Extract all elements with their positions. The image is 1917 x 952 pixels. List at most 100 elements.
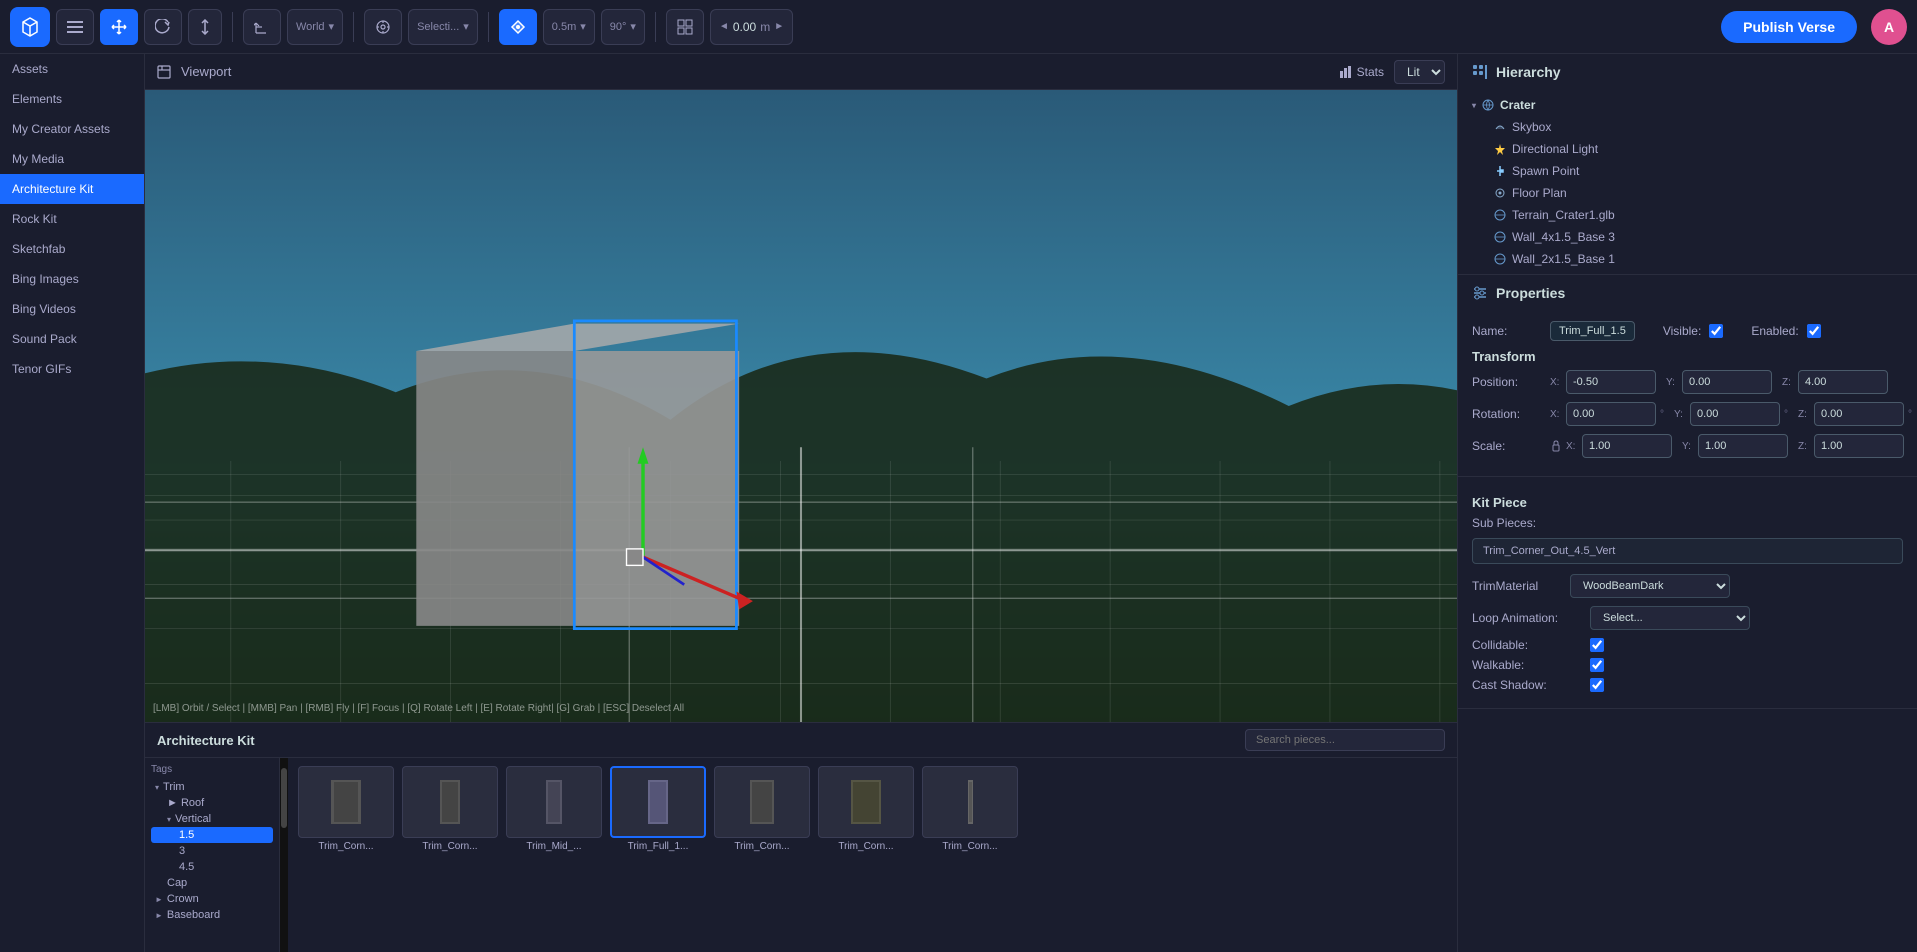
height-tool-button[interactable] xyxy=(188,9,222,45)
target-button[interactable] xyxy=(364,9,402,45)
offset-decrease[interactable]: ◄ xyxy=(719,21,729,32)
thumb-item-3[interactable]: Trim_Full_1... xyxy=(608,766,708,852)
world-chevron: ▾ xyxy=(329,20,335,33)
baseboard-arrow: ► xyxy=(155,911,163,920)
sidebar-item-elements[interactable]: Elements xyxy=(0,84,144,114)
tag-cap[interactable]: Cap xyxy=(151,875,273,891)
scale-y-input[interactable] xyxy=(1698,434,1788,458)
scale-z-input[interactable] xyxy=(1814,434,1904,458)
enabled-checkbox[interactable] xyxy=(1807,324,1821,338)
menu-button[interactable] xyxy=(56,9,94,45)
thumb-item-4[interactable]: Trim_Corn... xyxy=(712,766,812,852)
tag-1-5[interactable]: 1.5 xyxy=(151,827,273,843)
thumb-item-6[interactable]: Trim_Corn... xyxy=(920,766,1020,852)
stats-label: Stats xyxy=(1357,65,1384,79)
hier-wall-2[interactable]: Wall_2x1.5_Base 1 xyxy=(1458,248,1917,270)
hier-skybox[interactable]: Skybox xyxy=(1458,116,1917,138)
hier-spawn-point[interactable]: Spawn Point xyxy=(1458,160,1917,182)
lock-icon xyxy=(1550,440,1562,452)
lit-select[interactable]: Lit xyxy=(1394,60,1445,84)
tag-vertical[interactable]: ▾ Vertical xyxy=(151,811,273,827)
thumb-item-5[interactable]: Trim_Corn... xyxy=(816,766,916,852)
sidebar-item-my-media[interactable]: My Media xyxy=(0,144,144,174)
tags-scrollbar[interactable] xyxy=(280,758,288,952)
sidebar-item-arch-kit[interactable]: Architecture Kit xyxy=(0,174,144,204)
light-icon xyxy=(1494,143,1506,155)
thumb-img-2 xyxy=(506,766,602,838)
crown-arrow: ► xyxy=(155,895,163,904)
visible-label: Visible: xyxy=(1663,324,1701,338)
hier-floor-plan[interactable]: Floor Plan xyxy=(1458,182,1917,204)
pos-y-label: Y: xyxy=(1666,377,1678,388)
left-panel: Assets Elements My Creator Assets My Med… xyxy=(0,54,145,952)
rot-z-label: Z: xyxy=(1798,409,1810,420)
axis-button[interactable] xyxy=(243,9,281,45)
position-row: Position: X: Y: Z: xyxy=(1472,370,1903,394)
tag-roof[interactable]: ► Roof xyxy=(151,795,273,811)
main-area: Assets Elements My Creator Assets My Med… xyxy=(0,54,1917,952)
sub-pieces-value: Trim_Corner_Out_4.5_Vert xyxy=(1472,538,1903,564)
stats-button[interactable]: Stats xyxy=(1339,65,1384,79)
avatar[interactable]: A xyxy=(1871,9,1907,45)
hierarchy-title: Hierarchy xyxy=(1496,64,1561,80)
loop-animation-select[interactable]: Select... xyxy=(1590,606,1750,630)
rot-z-input[interactable] xyxy=(1814,402,1904,426)
sidebar-item-rock-kit[interactable]: Rock Kit xyxy=(0,204,144,234)
tag-3[interactable]: 3 xyxy=(151,843,273,859)
rot-y-input[interactable] xyxy=(1690,402,1780,426)
pos-z-label: Z: xyxy=(1782,377,1794,388)
trim-material-select[interactable]: WoodBeamDark xyxy=(1570,574,1730,598)
hier-terrain[interactable]: Terrain_Crater1.glb xyxy=(1458,204,1917,226)
logo-button[interactable] xyxy=(10,7,50,47)
hier-crater[interactable]: ▾ Crater xyxy=(1458,94,1917,116)
tag-baseboard[interactable]: ► Baseboard xyxy=(151,907,273,923)
grid-button[interactable] xyxy=(666,9,704,45)
sidebar-item-tenor-gifs[interactable]: Tenor GIFs xyxy=(0,354,144,384)
snap-select[interactable]: 0.5m ▾ xyxy=(543,9,595,45)
offset-control[interactable]: ◄ 0.00 m ► xyxy=(710,9,793,45)
thumb-label-5: Trim_Corn... xyxy=(818,841,914,852)
pos-x-input[interactable] xyxy=(1566,370,1656,394)
viewport-canvas[interactable]: [LMB] Orbit / Select | [MMB] Pan | [RMB]… xyxy=(145,90,1457,722)
angle-select[interactable]: 90° ▾ xyxy=(601,9,645,45)
tag-crown[interactable]: ► Crown xyxy=(151,891,273,907)
tag-4-5[interactable]: 4.5 xyxy=(151,859,273,875)
sidebar-item-bing-videos[interactable]: Bing Videos xyxy=(0,294,144,324)
search-input[interactable] xyxy=(1245,729,1445,751)
world-select[interactable]: World ▾ xyxy=(287,9,343,45)
pos-y-input[interactable] xyxy=(1682,370,1772,394)
tags-scroll-thumb[interactable] xyxy=(281,768,287,828)
publish-verse-button[interactable]: Publish Verse xyxy=(1721,11,1857,43)
sidebar-item-my-creator[interactable]: My Creator Assets xyxy=(0,114,144,144)
thumb-item-0[interactable]: Trim_Corn... xyxy=(296,766,396,852)
sidebar-item-bing-images[interactable]: Bing Images xyxy=(0,264,144,294)
floor-plan-label: Floor Plan xyxy=(1512,186,1567,200)
offset-increase[interactable]: ► xyxy=(774,21,784,32)
sidebar-item-sound-pack[interactable]: Sound Pack xyxy=(0,324,144,354)
scale-x-input[interactable] xyxy=(1582,434,1672,458)
snap-icon-button[interactable] xyxy=(499,9,537,45)
move-tool-button[interactable] xyxy=(100,9,138,45)
terrain-svg xyxy=(145,90,1457,722)
divider-1 xyxy=(232,12,233,42)
wall2-label: Wall_2x1.5_Base 1 xyxy=(1512,252,1615,266)
hier-wall-4[interactable]: Wall_4x1.5_Base 3 xyxy=(1458,226,1917,248)
wall4-icon xyxy=(1494,231,1506,243)
sidebar-item-sketchfab[interactable]: Sketchfab xyxy=(0,234,144,264)
rot-x-input[interactable] xyxy=(1566,402,1656,426)
selection-select[interactable]: Selecti... ▾ xyxy=(408,9,478,45)
thumb-item-2[interactable]: Trim_Mid_... xyxy=(504,766,604,852)
spawn-icon xyxy=(1494,165,1506,177)
refresh-button[interactable] xyxy=(144,9,182,45)
properties-content: Name: Trim_Full_1.5 Visible: Enabled: Tr… xyxy=(1458,311,1917,476)
world-label: World xyxy=(296,21,325,33)
hier-directional-light[interactable]: Directional Light xyxy=(1458,138,1917,160)
visible-checkbox[interactable] xyxy=(1709,324,1723,338)
sidebar-item-assets[interactable]: Assets xyxy=(0,54,144,84)
collidable-checkbox[interactable] xyxy=(1590,638,1604,652)
pos-z-input[interactable] xyxy=(1798,370,1888,394)
thumb-item-1[interactable]: Trim_Corn... xyxy=(400,766,500,852)
walkable-checkbox[interactable] xyxy=(1590,658,1604,672)
cast-shadow-checkbox[interactable] xyxy=(1590,678,1604,692)
tag-trim[interactable]: ▾ Trim xyxy=(151,779,273,795)
